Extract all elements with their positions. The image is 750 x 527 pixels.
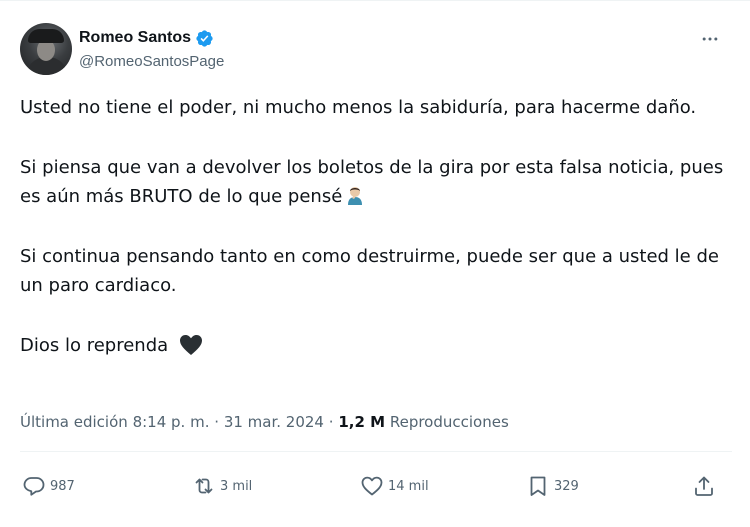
author-handle[interactable]: @RomeoSantosPage xyxy=(79,53,224,70)
avatar-hat-shape xyxy=(28,29,64,43)
meta-separator: · xyxy=(214,413,220,431)
bookmark-icon xyxy=(530,476,546,496)
tweet-paragraph: Usted no tiene el poder, ni mucho menos … xyxy=(20,93,732,123)
tweet-paragraph-text: Si piensa que van a devolver los boletos… xyxy=(20,156,724,208)
like-button[interactable]: 14 mil xyxy=(360,471,429,501)
meta-separator: · xyxy=(328,413,334,431)
reply-count: 987 xyxy=(50,478,75,494)
tweet-actions-bar: 987 3 mil 14 mil 329 xyxy=(20,471,732,501)
tweet-text: Usted no tiene el poder, ni mucho menos … xyxy=(20,93,732,360)
tweet-paragraph: Dios lo reprenda xyxy=(20,331,732,361)
tweet-card: Romeo Santos @RomeoSantosPage Usted no t… xyxy=(0,0,750,527)
share-button[interactable] xyxy=(692,471,716,501)
views-label: Reproducciones xyxy=(389,413,509,431)
avatar[interactable] xyxy=(20,23,72,75)
author-display-name[interactable]: Romeo Santos xyxy=(79,29,191,47)
reply-button[interactable]: 987 xyxy=(22,471,75,501)
reply-icon xyxy=(23,477,45,496)
tweet-paragraph: Si piensa que van a devolver los boletos… xyxy=(20,153,732,212)
tweet-paragraph-text: Si continua pensando tanto en como destr… xyxy=(20,245,719,297)
tweet-paragraph: Si continua pensando tanto en como destr… xyxy=(20,242,732,301)
tweet-header: Romeo Santos @RomeoSantosPage xyxy=(20,23,730,77)
bookmark-count: 329 xyxy=(554,478,579,494)
heart-icon xyxy=(361,476,383,496)
share-icon xyxy=(695,476,713,496)
like-count: 14 mil xyxy=(388,478,429,494)
facepalm-person-emoji-icon xyxy=(346,185,364,205)
retweet-count: 3 mil xyxy=(220,478,253,494)
edited-label[interactable]: Última edición xyxy=(20,413,128,431)
retweet-button[interactable]: 3 mil xyxy=(192,471,252,501)
more-horizontal-icon xyxy=(702,37,718,41)
views-count: 1,2 M xyxy=(338,413,386,431)
divider xyxy=(20,451,732,452)
tweet-paragraph-text: Dios lo reprenda xyxy=(20,334,169,356)
tweet-paragraph-text: Usted no tiene el poder, ni mucho menos … xyxy=(20,97,697,118)
name-row: Romeo Santos xyxy=(79,27,214,49)
tweet-date[interactable]: 31 mar. 2024 xyxy=(224,413,324,431)
verified-badge-icon[interactable] xyxy=(195,29,214,48)
more-options-button[interactable] xyxy=(700,29,720,49)
tweet-time[interactable]: 8:14 p. m. xyxy=(133,413,210,431)
black-heart-emoji-icon xyxy=(178,334,204,356)
tweet-metadata: Última edición 8:14 p. m. · 31 mar. 2024… xyxy=(20,413,509,431)
bookmark-button[interactable]: 329 xyxy=(526,471,579,501)
retweet-icon xyxy=(195,478,213,494)
